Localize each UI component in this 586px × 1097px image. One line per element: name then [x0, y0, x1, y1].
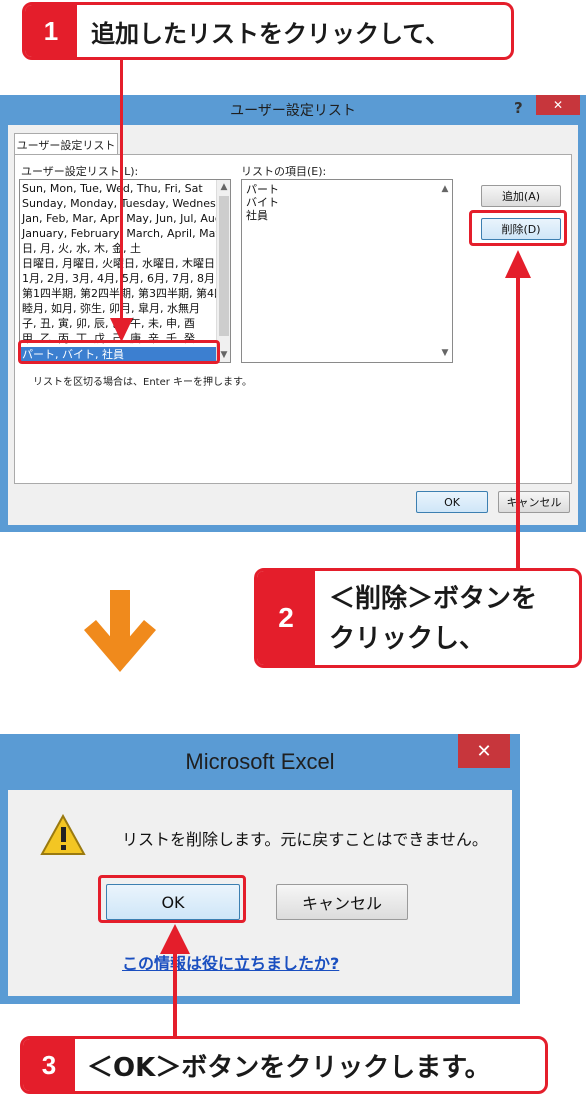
down-arrow-icon: [84, 590, 156, 672]
scroll-thumb[interactable]: [219, 196, 229, 336]
dialog-title: Microsoft Excel: [185, 749, 335, 774]
list-entries-box[interactable]: パート バイト 社員 ▲ ▼: [241, 179, 453, 363]
step3-connector-arrowhead: [160, 924, 190, 954]
custom-lists-scrollbar[interactable]: ▲ ▼: [216, 180, 230, 362]
scroll-up-icon[interactable]: ▲: [438, 182, 452, 196]
highlight-ok-button: [98, 875, 246, 923]
tab-custom-lists[interactable]: ユーザー設定リスト: [14, 133, 118, 155]
ok-button[interactable]: OK: [416, 491, 488, 513]
step2-connector-line: [516, 276, 520, 570]
step2-text-line1: ＜削除＞ボタンを: [329, 584, 538, 614]
step1-connector-line: [120, 58, 123, 328]
dialog-title: ユーザー設定リスト: [230, 103, 356, 119]
help-button[interactable]: ?: [514, 99, 523, 117]
list-entry: バイト: [246, 196, 279, 209]
list-item[interactable]: 1月, 2月, 3月, 4月, 5月, 6月, 7月, 8月: [20, 271, 216, 286]
list-item[interactable]: 睦月, 如月, 弥生, 卯月, 皐月, 水無月: [20, 301, 216, 316]
list-entry: パート: [246, 183, 279, 196]
step2-connector-arrowhead: [505, 250, 531, 278]
close-icon[interactable]: ✕: [458, 734, 510, 768]
step2-text-line2: クリックし、: [329, 624, 486, 654]
step2-text: ＜削除＞ボタンを クリックし、: [329, 579, 537, 659]
step3-text: ＜OK＞ボタンをクリックします。: [87, 1052, 491, 1083]
list-entries-label: リストの項目(E):: [241, 165, 327, 178]
cancel-button[interactable]: キャンセル: [276, 884, 408, 920]
step1-number: 1: [25, 5, 77, 57]
custom-lists-dialog: ユーザー設定リスト ? ✕ ユーザー設定リスト ユーザー設定リスト(L): リス…: [0, 95, 586, 532]
step1-callout: 1 追加したリストをクリックして、: [22, 2, 514, 60]
close-icon[interactable]: ✕: [536, 95, 580, 115]
tab-panel: ユーザー設定リスト(L): リストの項目(E): Sun, Mon, Tue, …: [14, 154, 572, 484]
add-button[interactable]: 追加(A): [481, 185, 561, 207]
warning-icon: [40, 814, 86, 855]
hint-text: リストを区切る場合は、Enter キーを押します。: [33, 377, 253, 388]
list-item[interactable]: January, February, March, April, May: [20, 226, 216, 241]
scroll-up-icon[interactable]: ▲: [217, 180, 230, 194]
highlight-delete-button: [469, 210, 567, 246]
step2-number: 2: [257, 571, 315, 665]
highlight-selected-list: [18, 340, 220, 364]
step3-callout: 3 ＜OK＞ボタンをクリックします。: [20, 1036, 548, 1094]
dialog-body: リストを削除します。元に戻すことはできません。 OK キャンセル この情報は役に…: [8, 790, 512, 996]
step1-text: 追加したリストをクリックして、: [91, 19, 450, 48]
list-item[interactable]: 日, 月, 火, 水, 木, 金, 土: [20, 241, 216, 256]
scroll-down-icon[interactable]: ▼: [438, 346, 452, 360]
step3-connector-line: [173, 952, 177, 1042]
list-item[interactable]: Sun, Mon, Tue, Wed, Thu, Fri, Sat: [20, 181, 216, 196]
step2-callout: 2 ＜削除＞ボタンを クリックし、: [254, 568, 582, 668]
confirm-dialog: Microsoft Excel ✕ リストを削除します。元に戻すことはできません…: [0, 734, 520, 1004]
list-item[interactable]: 第1四半期, 第2四半期, 第3四半期, 第4四半期: [20, 286, 216, 301]
step3-number: 3: [23, 1039, 75, 1091]
list-item[interactable]: Jan, Feb, Mar, Apr, May, Jun, Jul, Aug: [20, 211, 216, 226]
list-item[interactable]: Sunday, Monday, Tuesday, Wednesday: [20, 196, 216, 211]
dialog-body: ユーザー設定リスト ユーザー設定リスト(L): リストの項目(E): Sun, …: [8, 125, 578, 525]
step1-connector-arrowhead: [110, 318, 133, 342]
list-entry: 社員: [246, 209, 268, 222]
cancel-button[interactable]: キャンセル: [498, 491, 570, 513]
help-link[interactable]: この情報は役に立ちましたか?: [122, 950, 339, 974]
message-text: リストを削除します。元に戻すことはできません。: [122, 830, 488, 849]
list-item[interactable]: 日曜日, 月曜日, 火曜日, 水曜日, 木曜日: [20, 256, 216, 271]
